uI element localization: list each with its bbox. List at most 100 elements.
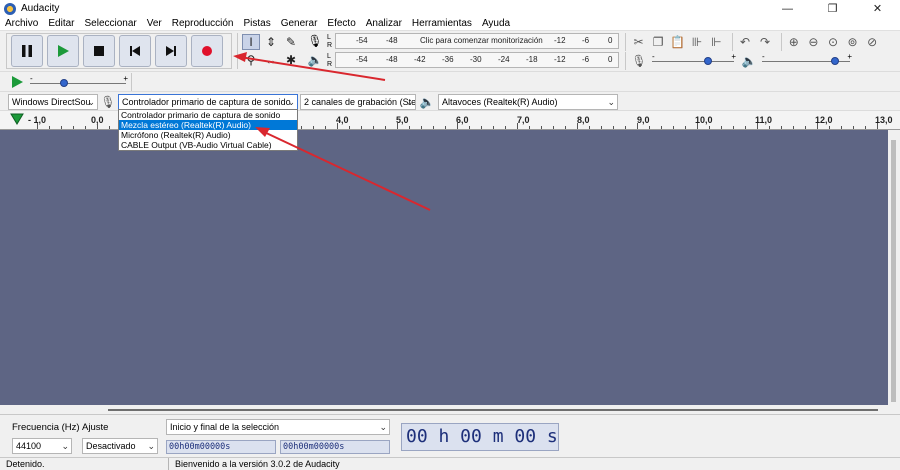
pin-head-icon[interactable] bbox=[10, 113, 24, 125]
slider-track bbox=[30, 83, 126, 84]
meter-tick: -48 bbox=[386, 36, 398, 45]
record-meter[interactable]: 🎙 L R -54 -48 Clic para comenzar monitor… bbox=[305, 33, 620, 50]
maximize-button[interactable]: ❐ bbox=[810, 0, 855, 17]
vertical-scrollbar[interactable] bbox=[888, 130, 900, 407]
selection-start-time[interactable]: 00h00m00000s bbox=[166, 440, 276, 454]
playback-volume-slider[interactable]: - + bbox=[762, 52, 852, 68]
ruler-tick bbox=[445, 126, 446, 129]
undo-icon[interactable]: ↶ bbox=[736, 33, 754, 51]
skip-to-start-button[interactable] bbox=[119, 35, 151, 67]
ruler-tick bbox=[817, 123, 818, 129]
draw-tool-icon[interactable]: ✎ bbox=[282, 34, 300, 50]
slider-max-label: + bbox=[731, 52, 736, 61]
ruler-tick bbox=[781, 126, 782, 129]
ruler-tick bbox=[397, 123, 398, 129]
selection-mode-select[interactable]: Inicio y final de la selección ⌄ bbox=[166, 419, 390, 435]
recording-device-select[interactable]: Controlador primario de captura de sonid… bbox=[118, 94, 298, 110]
playback-device-value: Altavoces (Realtek(R) Audio) bbox=[442, 97, 558, 107]
playback-device-select[interactable]: Altavoces (Realtek(R) Audio) ⌄ bbox=[438, 94, 618, 110]
dropdown-option-selected[interactable]: Mezcla estéreo (Realtek(R) Audio) bbox=[119, 120, 297, 130]
scrollbar-thumb[interactable] bbox=[891, 140, 896, 402]
copy-icon[interactable]: ❐ bbox=[649, 33, 666, 51]
silence-icon[interactable]: ⊩ bbox=[708, 33, 725, 51]
speaker-icon[interactable]: 🔈 bbox=[307, 53, 323, 67]
dropdown-option[interactable]: CABLE Output (VB-Audio Virtual Cable) bbox=[119, 140, 297, 150]
snap-select[interactable]: Desactivado ⌄ bbox=[82, 438, 158, 454]
ruler-tick bbox=[325, 126, 326, 129]
recording-channels-select[interactable]: 2 canales de grabación (Ster ⌄ bbox=[300, 94, 416, 110]
menu-reproduccion[interactable]: Reproducción bbox=[167, 17, 239, 31]
record-button[interactable] bbox=[191, 35, 223, 67]
menu-efecto[interactable]: Efecto bbox=[322, 17, 360, 31]
microphone-icon[interactable]: 🎙 bbox=[307, 34, 323, 48]
cut-icon[interactable]: ✂ bbox=[630, 33, 647, 51]
zoom-out-icon[interactable]: ⊖ bbox=[805, 33, 823, 51]
trim-icon[interactable]: ⊪ bbox=[688, 33, 705, 51]
zoom-toggle-icon[interactable]: ⊘ bbox=[863, 33, 881, 51]
skip-to-end-icon bbox=[166, 46, 176, 56]
slider-thumb[interactable] bbox=[60, 79, 69, 87]
project-rate-select[interactable]: 44100 ⌄ bbox=[12, 438, 72, 454]
pause-icon bbox=[22, 45, 32, 57]
fit-project-icon[interactable]: ⊚ bbox=[844, 33, 862, 51]
playback-meter-scale[interactable]: -54 -48 -42 -36 -30 -24 -18 -12 -6 0 bbox=[335, 52, 619, 68]
zoom-tool-icon[interactable]: ⚲ bbox=[242, 52, 260, 68]
ruler-tick bbox=[385, 126, 386, 129]
multi-tool-icon[interactable]: ✱ bbox=[282, 52, 300, 68]
recording-channels-value: 2 canales de grabación (Ster bbox=[304, 97, 416, 107]
slider-thumb[interactable] bbox=[830, 57, 839, 65]
minimize-button[interactable]: — bbox=[765, 0, 810, 17]
close-button[interactable]: ✕ bbox=[855, 0, 900, 17]
record-meter-scale[interactable]: -54 -48 Clic para comenzar monitorizació… bbox=[335, 33, 619, 49]
time-shift-tool-icon[interactable]: ↔ bbox=[262, 52, 280, 68]
play-icon bbox=[12, 76, 23, 88]
play-button[interactable] bbox=[47, 35, 79, 67]
meter-tick: -12 bbox=[554, 55, 566, 64]
meter-tick: -42 bbox=[414, 55, 426, 64]
menu-ver[interactable]: Ver bbox=[142, 17, 167, 31]
play-at-speed-slider[interactable]: - + bbox=[30, 74, 128, 90]
status-separator bbox=[168, 458, 169, 470]
ruler-tick bbox=[721, 126, 722, 129]
selection-end-time[interactable]: 00h00m00000s bbox=[280, 440, 390, 454]
playback-meter-left: L bbox=[327, 53, 331, 60]
recording-volume-slider[interactable]: - + bbox=[652, 52, 736, 68]
menu-herramientas[interactable]: Herramientas bbox=[407, 17, 477, 31]
skip-to-end-button[interactable] bbox=[155, 35, 187, 67]
play-at-speed-button[interactable] bbox=[10, 75, 24, 89]
fit-selection-icon[interactable]: ⊙ bbox=[824, 33, 842, 51]
menu-ayuda[interactable]: Ayuda bbox=[477, 17, 515, 31]
ruler-tick bbox=[805, 126, 806, 129]
scrollbar-thumb[interactable] bbox=[108, 409, 878, 411]
record-meter-prompt: Clic para comenzar monitorización bbox=[420, 36, 543, 45]
menu-editar[interactable]: Editar bbox=[43, 17, 79, 31]
menu-generar[interactable]: Generar bbox=[276, 17, 323, 31]
playback-meter[interactable]: 🔈 L R -54 -48 -42 -36 -30 -24 -18 -12 -6… bbox=[305, 52, 620, 69]
menu-pistas[interactable]: Pistas bbox=[238, 17, 275, 31]
recording-volume-icon: 🎙 bbox=[631, 54, 647, 68]
chevron-down-icon: ⌄ bbox=[61, 441, 69, 451]
envelope-tool-icon[interactable]: ⇕ bbox=[262, 34, 280, 50]
selection-tool-icon[interactable]: I bbox=[242, 34, 260, 50]
menu-analizar[interactable]: Analizar bbox=[361, 17, 407, 31]
audio-host-select[interactable]: Windows DirectSou ⌄ bbox=[8, 94, 98, 110]
menu-archivo[interactable]: Archivo bbox=[0, 17, 43, 31]
ruler-tick bbox=[577, 123, 578, 129]
zoom-in-icon[interactable]: ⊕ bbox=[785, 33, 803, 51]
pause-button[interactable] bbox=[11, 35, 43, 67]
paste-icon[interactable]: 📋 bbox=[669, 33, 686, 51]
ruler-tick bbox=[481, 126, 482, 129]
play-at-speed-group: - + bbox=[6, 73, 132, 91]
track-area[interactable] bbox=[0, 130, 888, 405]
redo-icon[interactable]: ↷ bbox=[756, 33, 774, 51]
dropdown-option[interactable]: Micrófono (Realtek(R) Audio) bbox=[119, 130, 297, 140]
menu-seleccionar[interactable]: Seleccionar bbox=[79, 17, 141, 31]
slider-thumb[interactable] bbox=[703, 57, 712, 65]
undo-toolbar: ↶ ↷ bbox=[732, 33, 776, 51]
dropdown-option[interactable]: Controlador primario de captura de sonid… bbox=[119, 110, 297, 120]
ruler-tick bbox=[793, 126, 794, 129]
audio-position-time[interactable]: 00 h 00 m 00 s bbox=[401, 423, 559, 451]
horizontal-scrollbar[interactable] bbox=[0, 405, 888, 413]
tools-toolbar: I ⇕ ✎ ⚲ ↔ ✱ bbox=[237, 33, 301, 69]
stop-button[interactable] bbox=[83, 35, 115, 67]
